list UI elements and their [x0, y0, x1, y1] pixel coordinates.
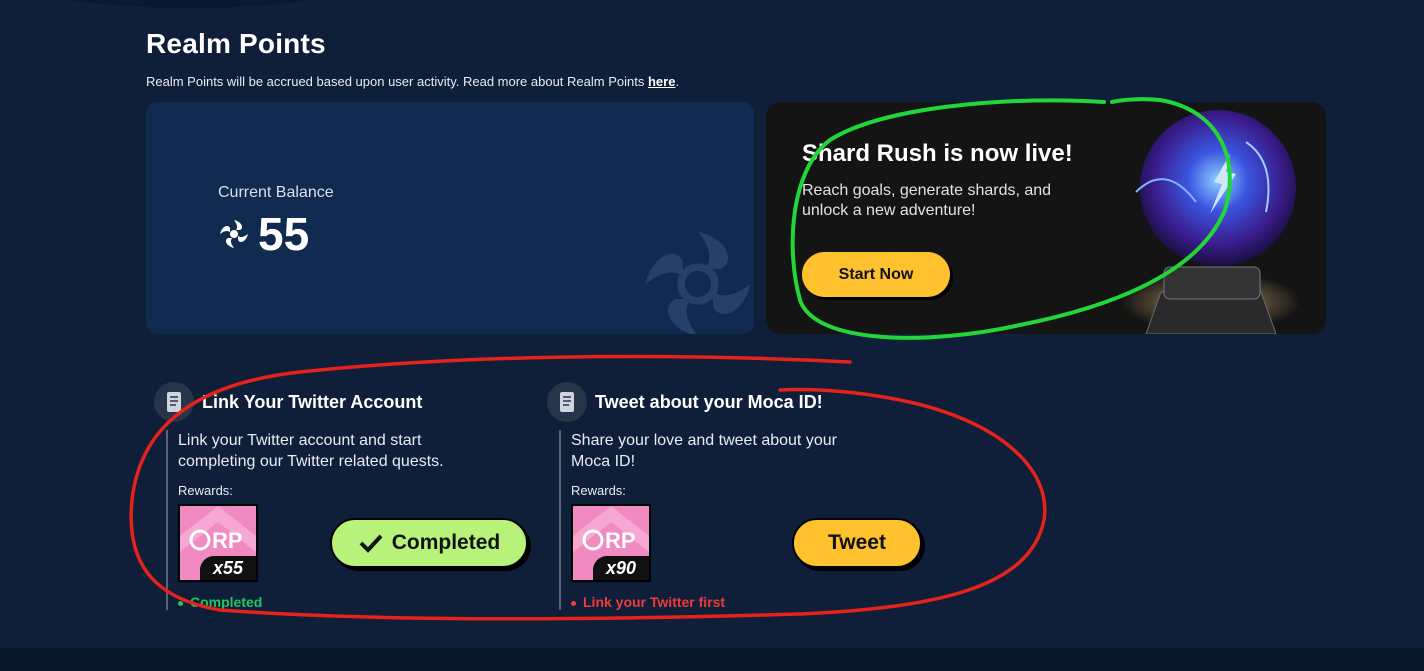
quest-title: Link Your Twitter Account [202, 392, 423, 412]
quest-description: Share your love and tweet about your Moc… [571, 432, 837, 470]
status-dot [178, 600, 183, 606]
rp-reward-badge: RP x90 [571, 504, 651, 582]
tweet-button[interactable]: Tweet [792, 518, 922, 568]
reward-quantity: x90 [593, 556, 649, 580]
quest-status: Completed [178, 594, 262, 610]
scroll-icon [154, 382, 194, 422]
svg-text:RP: RP [212, 528, 243, 553]
orb-pedestal-image [1121, 110, 1301, 334]
page-title: Realm Points [146, 28, 326, 59]
footer-band [0, 648, 1424, 671]
status-text: Link your Twitter first [583, 594, 726, 610]
quest-title: Tweet about your Moca ID! [595, 392, 823, 412]
balance-card: Current Balance 55 [146, 102, 754, 334]
svg-text:RP: RP [605, 528, 636, 553]
scroll-icon [547, 382, 587, 422]
balance-value: 55 [258, 208, 310, 260]
shard-rush-promo-card: Shard Rush is now live! Reach goals, gen… [766, 102, 1326, 334]
completed-button-label: Completed [391, 531, 501, 554]
quest-divider [559, 430, 561, 610]
realm-swirl-icon [220, 220, 248, 248]
rewards-label: Rewards: [571, 483, 626, 498]
read-more-link[interactable]: here [648, 74, 675, 89]
subtitle-suffix: . [675, 74, 680, 89]
balance-row: 55 [218, 206, 309, 262]
quest-tweet-moca-id: Tweet about your Moca ID! Share your lov… [547, 380, 927, 612]
rp-reward-badge: RP x55 [178, 504, 258, 582]
quest-description: Link your Twitter account and start comp… [178, 432, 444, 470]
promo-title: Shard Rush is now live! [802, 140, 1073, 167]
reward-quantity: x55 [200, 556, 256, 580]
header-arc-decoration [30, 0, 350, 8]
subtitle-text: Realm Points will be accrued based upon … [146, 74, 648, 89]
completed-button: Completed [330, 518, 528, 568]
check-icon [359, 534, 383, 553]
status-text: Completed [190, 594, 263, 610]
status-dot [571, 600, 576, 606]
balance-label: Current Balance [218, 184, 334, 201]
quest-link-twitter: Link Your Twitter Account Link your Twit… [154, 380, 534, 612]
quest-status: Link your Twitter first [571, 594, 725, 610]
rewards-label: Rewards: [178, 483, 233, 498]
realm-watermark-icon [645, 231, 751, 334]
page-subtitle: Realm Points will be accrued based upon … [146, 74, 679, 89]
start-now-button[interactable]: Start Now [802, 252, 950, 297]
quest-divider [166, 430, 168, 610]
promo-text: Reach goals, generate shards, and unlock… [802, 182, 1052, 219]
